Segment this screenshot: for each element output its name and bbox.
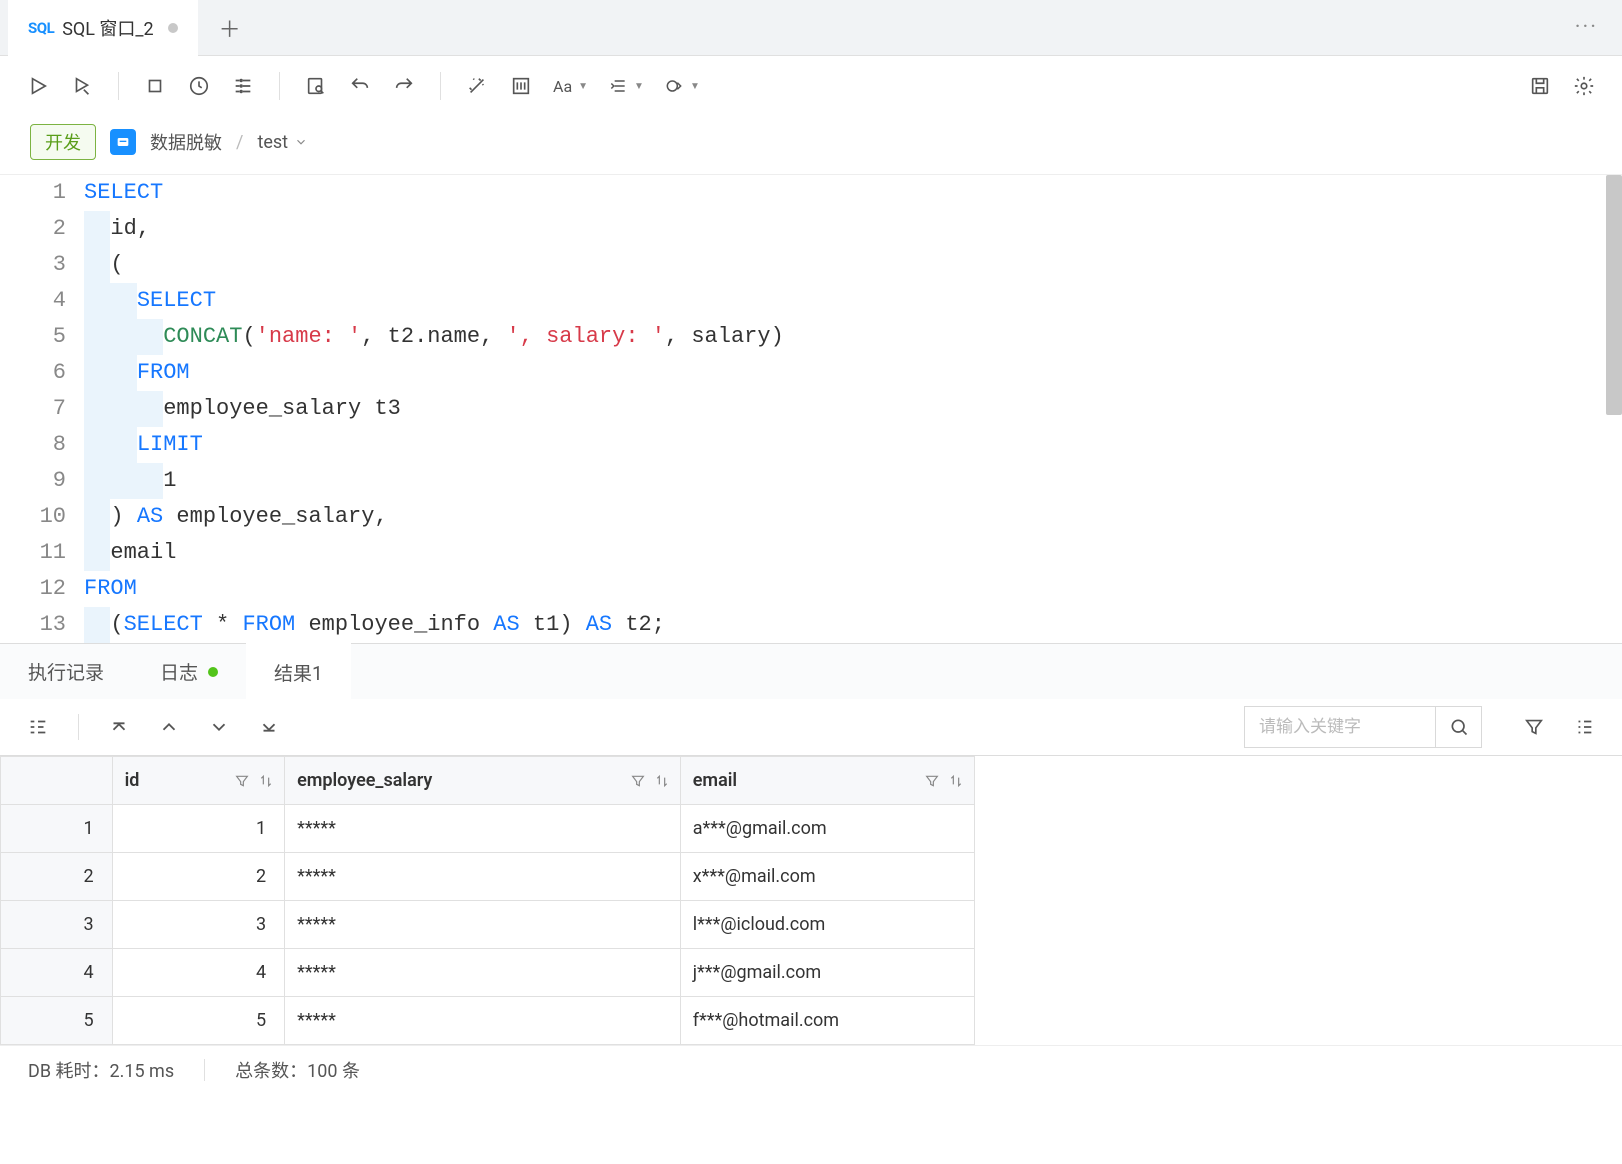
column-mode-button[interactable] xyxy=(503,68,539,104)
tab-modified-dot-icon[interactable] xyxy=(168,23,178,33)
rownum-cell: 2 xyxy=(1,853,113,901)
schedule-button[interactable] xyxy=(181,68,217,104)
result-next-button[interactable] xyxy=(203,711,235,743)
col-header-email[interactable]: email xyxy=(680,757,974,805)
cell-salary[interactable]: ***** xyxy=(285,997,681,1045)
table-row[interactable]: 22*****x***@mail.com xyxy=(1,853,975,901)
result-prev-button[interactable] xyxy=(153,711,185,743)
editor-scrollbar[interactable] xyxy=(1606,175,1622,415)
cell-email[interactable]: x***@mail.com xyxy=(680,853,974,901)
cell-email[interactable]: j***@gmail.com xyxy=(680,949,974,997)
find-button[interactable] xyxy=(298,68,334,104)
result-toolbar xyxy=(0,699,1622,755)
settings-button[interactable] xyxy=(1566,68,1602,104)
cell-id[interactable]: 5 xyxy=(112,997,284,1045)
filter-icon[interactable] xyxy=(924,773,940,789)
result-columns-button[interactable] xyxy=(1568,711,1600,743)
save-button[interactable] xyxy=(1522,68,1558,104)
status-time: DB 耗时：2.15 ms xyxy=(28,1057,174,1083)
breadcrumb-sep: / xyxy=(236,132,243,153)
cell-salary[interactable]: ***** xyxy=(285,949,681,997)
stop-button[interactable] xyxy=(137,68,173,104)
result-search-button[interactable] xyxy=(1435,707,1481,747)
cell-id[interactable]: 3 xyxy=(112,901,284,949)
sort-icon[interactable] xyxy=(654,773,670,789)
status-count: 总条数：100 条 xyxy=(235,1057,360,1083)
col-header-salary[interactable]: employee_salary xyxy=(285,757,681,805)
editor-toolbar: Aa▼ ▼ ▼ xyxy=(0,56,1622,116)
sql-editor[interactable]: 12345678910111213 SELECT id, ( SELECT CO… xyxy=(0,174,1622,643)
tab-exec-history[interactable]: 执行记录 xyxy=(0,644,132,700)
result-tree-button[interactable] xyxy=(22,711,54,743)
filter-icon[interactable] xyxy=(630,773,646,789)
data-mask-label: 数据脱敏 xyxy=(150,129,222,155)
line-gutter: 12345678910111213 xyxy=(0,175,84,643)
schema-selector[interactable]: test xyxy=(257,132,308,153)
cell-salary[interactable]: ***** xyxy=(285,901,681,949)
parameters-button[interactable]: ▼ xyxy=(658,68,706,104)
rownum-cell: 5 xyxy=(1,997,113,1045)
result-first-button[interactable] xyxy=(103,711,135,743)
cell-id[interactable]: 4 xyxy=(112,949,284,997)
tab-log[interactable]: 日志 xyxy=(132,644,246,700)
magic-format-button[interactable] xyxy=(459,68,495,104)
result-tab-bar: 执行记录 日志 结果1 xyxy=(0,643,1622,699)
run-button[interactable] xyxy=(20,68,56,104)
result-last-button[interactable] xyxy=(253,711,285,743)
cell-salary[interactable]: ***** xyxy=(285,805,681,853)
cell-id[interactable]: 2 xyxy=(112,853,284,901)
sort-icon[interactable] xyxy=(948,773,964,789)
redo-button[interactable] xyxy=(386,68,422,104)
sql-badge-icon: SQL xyxy=(28,19,54,37)
tab-result-1[interactable]: 结果1 xyxy=(246,643,351,699)
indent-settings-button[interactable]: ▼ xyxy=(602,68,650,104)
code-area[interactable]: SELECT id, ( SELECT CONCAT('name: ', t2.… xyxy=(84,175,1622,643)
context-bar: 开发 数据脱敏 / test xyxy=(0,116,1622,174)
tab-overflow-button[interactable]: ··· xyxy=(1559,15,1614,40)
tab-title: SQL 窗口_2 xyxy=(62,15,153,41)
cell-email[interactable]: l***@icloud.com xyxy=(680,901,974,949)
result-search xyxy=(1244,706,1482,748)
cell-salary[interactable]: ***** xyxy=(285,853,681,901)
case-toggle-button[interactable]: Aa▼ xyxy=(547,68,594,104)
status-bar: DB 耗时：2.15 ms 总条数：100 条 xyxy=(0,1045,1622,1093)
log-new-dot-icon xyxy=(208,667,218,677)
data-mask-icon xyxy=(110,129,136,155)
table-row[interactable]: 55*****f***@hotmail.com xyxy=(1,997,975,1045)
add-tab-button[interactable]: ＋ xyxy=(210,8,250,48)
filter-icon[interactable] xyxy=(234,773,250,789)
result-search-input[interactable] xyxy=(1245,707,1435,747)
cell-email[interactable]: a***@gmail.com xyxy=(680,805,974,853)
tab-sql-window[interactable]: SQL SQL 窗口_2 xyxy=(8,0,198,56)
run-cursor-button[interactable] xyxy=(64,68,100,104)
explain-plan-button[interactable] xyxy=(225,68,261,104)
table-row[interactable]: 33*****l***@icloud.com xyxy=(1,901,975,949)
tab-bar: SQL SQL 窗口_2 ＋ ··· xyxy=(0,0,1622,56)
rownum-header xyxy=(1,757,113,805)
col-header-id[interactable]: id xyxy=(112,757,284,805)
sort-icon[interactable] xyxy=(258,773,274,789)
env-badge: 开发 xyxy=(30,124,96,160)
result-grid-wrap: id employee_salary email 11*****a***@gma… xyxy=(0,755,1622,1045)
rownum-cell: 3 xyxy=(1,901,113,949)
rownum-cell: 1 xyxy=(1,805,113,853)
result-grid: id employee_salary email 11*****a***@gma… xyxy=(0,756,975,1045)
rownum-cell: 4 xyxy=(1,949,113,997)
table-row[interactable]: 44*****j***@gmail.com xyxy=(1,949,975,997)
result-filter-button[interactable] xyxy=(1518,711,1550,743)
table-row[interactable]: 11*****a***@gmail.com xyxy=(1,805,975,853)
undo-button[interactable] xyxy=(342,68,378,104)
cell-email[interactable]: f***@hotmail.com xyxy=(680,997,974,1045)
cell-id[interactable]: 1 xyxy=(112,805,284,853)
